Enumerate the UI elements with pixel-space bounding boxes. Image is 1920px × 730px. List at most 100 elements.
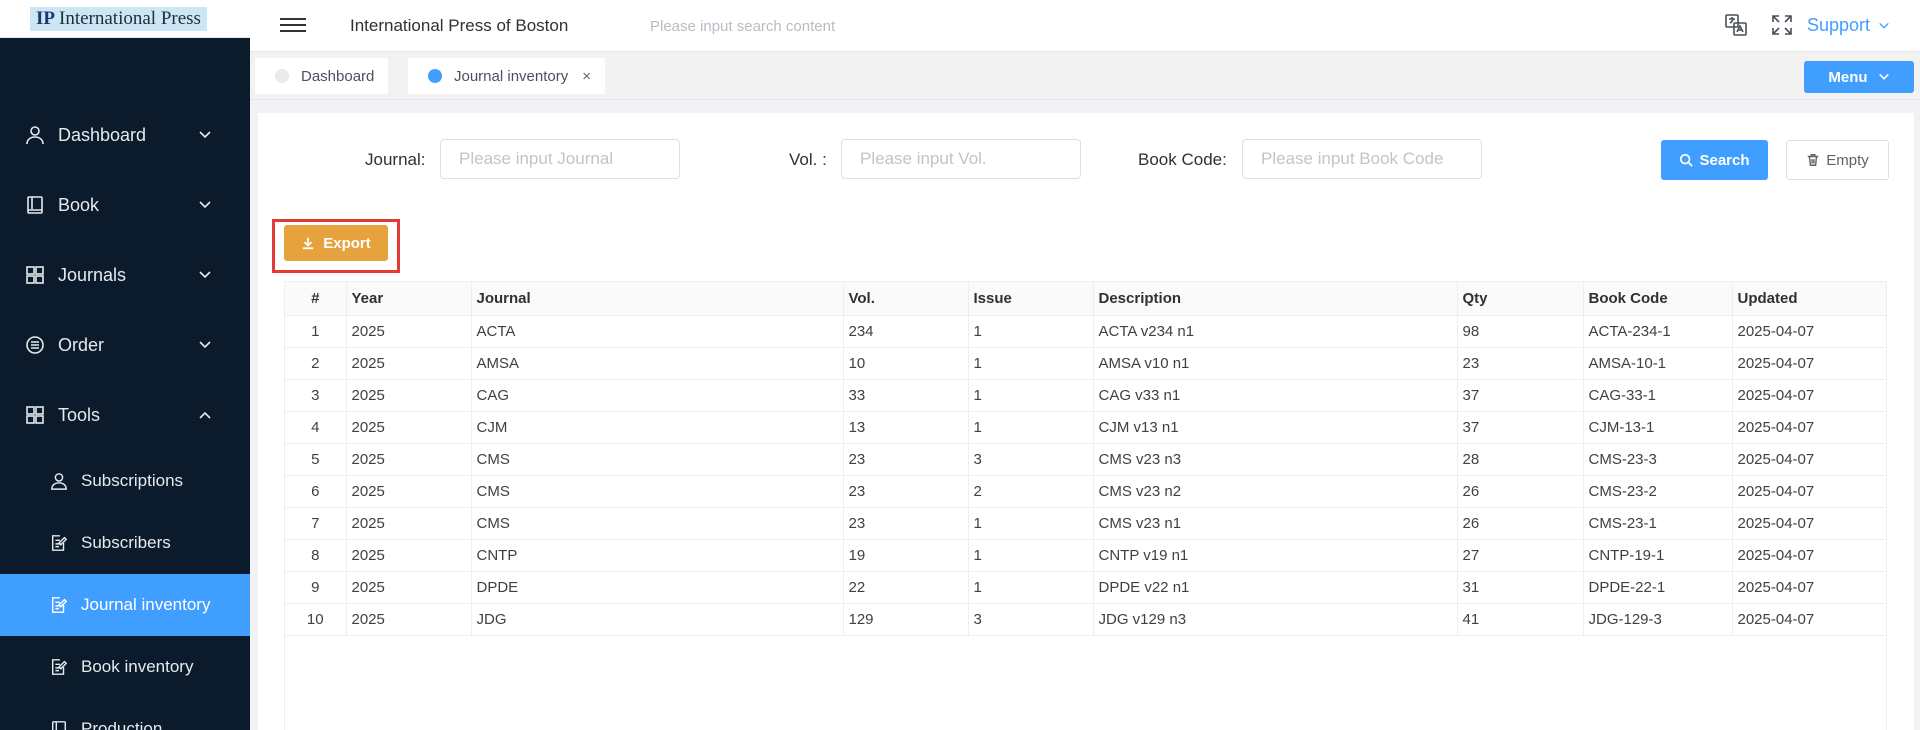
sidebar: IP International Press Dashboard Book Jo… bbox=[0, 0, 250, 730]
table-row[interactable]: 5 2025 CMS 23 3 CMS v23 n3 28 CMS-23-3 2025-04-0… bbox=[285, 443, 1886, 476]
table-cell: 2025 bbox=[346, 603, 472, 636]
empty-button[interactable]: Empty bbox=[1786, 140, 1889, 180]
table-cell: 2 bbox=[968, 475, 1094, 508]
table-cell: 10 bbox=[285, 603, 347, 636]
sidebar-item-production[interactable]: Production bbox=[0, 698, 250, 730]
column-header[interactable]: Year bbox=[346, 282, 472, 316]
sidebar-item-book[interactable]: Book bbox=[0, 170, 250, 240]
table-cell: 2025-04-07 bbox=[1732, 315, 1886, 348]
table-cell: 37 bbox=[1457, 411, 1584, 444]
table-cell: 98 bbox=[1457, 315, 1584, 348]
chevron-down-icon bbox=[1878, 73, 1889, 80]
sidebar-item-label: Journal inventory bbox=[81, 595, 211, 614]
column-header[interactable]: Updated bbox=[1732, 282, 1886, 316]
logo[interactable]: IP International Press bbox=[30, 6, 207, 31]
user-icon bbox=[24, 124, 46, 146]
sidebar-item-label: Book inventory bbox=[81, 657, 194, 676]
chevron-down-icon bbox=[199, 341, 211, 349]
chevron-down-icon bbox=[1879, 22, 1889, 29]
table-row[interactable]: 3 2025 CAG 33 1 CAG v33 n1 37 CAG-33-1 2025-04-0… bbox=[285, 379, 1886, 412]
table-row[interactable]: 6 2025 CMS 23 2 CMS v23 n2 26 CMS-23-2 2025-04-0… bbox=[285, 475, 1886, 508]
empty-button-label: Empty bbox=[1826, 151, 1869, 169]
menu-button[interactable]: Menu bbox=[1804, 61, 1914, 93]
table-cell: 4 bbox=[285, 411, 347, 444]
table-cell: 27 bbox=[1457, 539, 1584, 572]
table-row[interactable]: 7 2025 CMS 23 1 CMS v23 n1 26 CMS-23-1 2025-04-0… bbox=[285, 507, 1886, 540]
logo-bar: IP International Press bbox=[0, 0, 250, 38]
hamburger-menu-icon[interactable] bbox=[280, 14, 306, 36]
fullscreen-icon[interactable] bbox=[1770, 13, 1794, 37]
table-row[interactable]: 9 2025 DPDE 22 1 DPDE v22 n1 31 DPDE-22-1 2025-0… bbox=[285, 571, 1886, 604]
translate-icon[interactable] bbox=[1724, 13, 1748, 37]
table-cell: CNTP bbox=[471, 539, 844, 572]
column-header[interactable]: Description bbox=[1093, 282, 1458, 316]
table-cell: 2025-04-07 bbox=[1732, 443, 1886, 476]
header-search-input[interactable] bbox=[650, 10, 950, 42]
table-cell: AMSA bbox=[471, 347, 844, 380]
vol-filter-input[interactable] bbox=[841, 139, 1081, 179]
trash-icon bbox=[1807, 154, 1819, 166]
tab-dashboard[interactable]: Dashboard bbox=[255, 58, 389, 94]
table-row[interactable]: 10 2025 JDG 129 3 JDG v129 n3 41 JDG-129-3 2025-… bbox=[285, 603, 1886, 636]
list-circle-icon bbox=[24, 334, 46, 356]
logo-mark-icon: IP bbox=[36, 7, 55, 29]
search-button-label: Search bbox=[1699, 151, 1750, 169]
search-button[interactable]: Search bbox=[1661, 140, 1768, 180]
sidebar-item-subscriptions[interactable]: Subscriptions bbox=[0, 450, 250, 512]
table-cell: 22 bbox=[843, 571, 969, 604]
bookcode-filter-label: Book Code: bbox=[1138, 150, 1227, 169]
sidebar-item-dashboard[interactable]: Dashboard bbox=[0, 100, 250, 170]
table-cell: DPDE v22 n1 bbox=[1093, 571, 1458, 604]
table-cell: JDG-129-3 bbox=[1583, 603, 1733, 636]
sidebar-item-label: Book bbox=[58, 194, 100, 215]
table-cell: ACTA-234-1 bbox=[1583, 315, 1733, 348]
support-dropdown[interactable]: Support bbox=[1807, 15, 1890, 36]
table-cell: CMS v23 n1 bbox=[1093, 507, 1458, 540]
table-cell: CAG-33-1 bbox=[1583, 379, 1733, 412]
column-header[interactable]: Issue bbox=[968, 282, 1094, 316]
table-row[interactable]: 8 2025 CNTP 19 1 CNTP v19 n1 27 CNTP-19-1 2025-0… bbox=[285, 539, 1886, 572]
column-header[interactable]: Vol. bbox=[843, 282, 969, 316]
export-button[interactable]: Export bbox=[284, 225, 388, 261]
table-cell: 2025-04-07 bbox=[1732, 507, 1886, 540]
column-header[interactable]: Book Code bbox=[1583, 282, 1733, 316]
table-row[interactable]: 1 2025 ACTA 234 1 ACTA v234 n1 98 ACTA-234-1 202… bbox=[285, 315, 1886, 348]
close-icon[interactable]: × bbox=[582, 68, 591, 85]
grid-icon bbox=[24, 404, 46, 426]
table-cell: 33 bbox=[843, 379, 969, 412]
table-cell: CMS bbox=[471, 475, 844, 508]
tab-journal-inventory[interactable]: Journal inventory × bbox=[408, 58, 605, 94]
edit-doc-icon bbox=[49, 657, 69, 677]
table-cell: 1 bbox=[968, 379, 1094, 412]
table-cell: ACTA bbox=[471, 315, 844, 348]
sidebar-item-order[interactable]: Order bbox=[0, 310, 250, 380]
chevron-down-icon bbox=[199, 131, 211, 139]
table-cell: 3 bbox=[968, 603, 1094, 636]
table-cell: 3 bbox=[285, 379, 347, 412]
table-cell: CMS bbox=[471, 507, 844, 540]
grid-icon bbox=[24, 264, 46, 286]
sidebar-item-tools[interactable]: Tools bbox=[0, 380, 250, 450]
table-cell: 19 bbox=[843, 539, 969, 572]
sidebar-item-journal-inventory[interactable]: Journal inventory bbox=[0, 574, 250, 636]
search-icon bbox=[1680, 153, 1694, 167]
table-cell: CMS v23 n3 bbox=[1093, 443, 1458, 476]
sidebar-item-journals[interactable]: Journals bbox=[0, 240, 250, 310]
column-header[interactable]: Qty bbox=[1457, 282, 1584, 316]
table-row[interactable]: 4 2025 CJM 13 1 CJM v13 n1 37 CJM-13-1 2025-04-0… bbox=[285, 411, 1886, 444]
table-cell: ACTA v234 n1 bbox=[1093, 315, 1458, 348]
table-cell: 234 bbox=[843, 315, 969, 348]
edit-doc-icon bbox=[49, 595, 69, 615]
sidebar-item-subscribers[interactable]: Subscribers bbox=[0, 512, 250, 574]
table-row[interactable]: 2 2025 AMSA 10 1 AMSA v10 n1 23 AMSA-10-1 2025-0… bbox=[285, 347, 1886, 380]
table-cell: 26 bbox=[1457, 475, 1584, 508]
column-header[interactable]: Journal bbox=[471, 282, 844, 316]
table-cell: 2025 bbox=[346, 379, 472, 412]
bookcode-filter-input[interactable] bbox=[1242, 139, 1482, 179]
table-cell: 1 bbox=[968, 315, 1094, 348]
table-header-row: # Year Journal Vol. Issue Description Qt… bbox=[285, 282, 1886, 316]
sidebar-item-label: Subscribers bbox=[81, 533, 171, 552]
column-header[interactable]: # bbox=[285, 282, 347, 316]
journal-filter-input[interactable] bbox=[440, 139, 680, 179]
sidebar-item-book-inventory[interactable]: Book inventory bbox=[0, 636, 250, 698]
